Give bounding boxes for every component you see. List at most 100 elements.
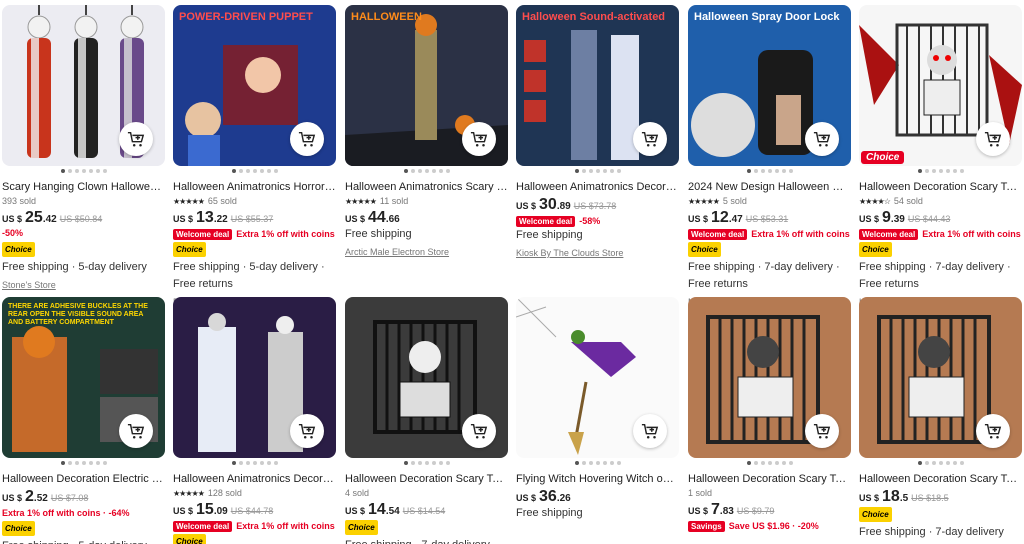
product-image[interactable] — [173, 297, 336, 458]
product-image[interactable] — [859, 297, 1022, 458]
price-whole: 36 — [539, 488, 557, 505]
promo-text: Extra 1% off with coins — [922, 229, 1021, 239]
image-carousel-dots[interactable] — [345, 461, 508, 471]
price: US $13.22 US $55.37 — [173, 209, 336, 226]
image-carousel-dots[interactable] — [173, 461, 336, 471]
product-card[interactable]: Flying Witch Hovering Witch on Bro... US … — [516, 297, 679, 520]
product-card[interactable]: Halloween Sound-activated Halloween Anim… — [516, 5, 679, 258]
currency: US $ — [688, 506, 709, 516]
image-carousel-dots[interactable] — [688, 461, 851, 471]
store-link[interactable]: Kiosk By The Clouds Store — [516, 248, 679, 258]
price-whole: 14 — [368, 501, 386, 518]
add-to-cart-button[interactable] — [290, 414, 324, 448]
product-title[interactable]: Halloween Decoration Scary Talking... — [859, 472, 1022, 486]
choice-badge: Choice — [688, 242, 721, 257]
product-card[interactable]: Scary Hanging Clown Halloween Par... 393 … — [2, 5, 165, 290]
product-card[interactable]: THERE ARE ADHESIVE BUCKLES AT THE REAR O… — [2, 297, 165, 544]
price: US $25.42 US $50.84 — [2, 209, 165, 226]
currency: US $ — [516, 201, 537, 211]
product-image[interactable]: Halloween Sound-activated — [516, 5, 679, 166]
price-whole: 2 — [25, 488, 34, 505]
product-title[interactable]: Halloween Decoration Scary Talking... — [345, 472, 508, 486]
product-card[interactable]: Halloween Decoration Scary Talking... 1 s… — [688, 297, 851, 532]
image-carousel-dots[interactable] — [859, 169, 1022, 179]
promo-text: Extra 1% off with coins · -64% — [2, 508, 130, 518]
product-image[interactable] — [345, 297, 508, 458]
add-to-cart-button[interactable] — [805, 122, 839, 156]
product-title[interactable]: Flying Witch Hovering Witch on Bro... — [516, 472, 679, 486]
image-carousel-dots[interactable] — [345, 169, 508, 179]
product-title[interactable]: Halloween Animatronics Scary Hang... — [345, 180, 508, 194]
add-to-cart-icon — [298, 131, 316, 147]
product-card[interactable]: Halloween Decoration Scary Talking... US … — [859, 297, 1022, 539]
add-to-cart-button[interactable] — [290, 122, 324, 156]
shipping-text: Free shipping · 5-day delivery — [2, 540, 147, 544]
add-to-cart-button[interactable] — [633, 122, 667, 156]
product-image[interactable] — [688, 297, 851, 458]
original-price: US $14.54 — [402, 506, 446, 516]
shipping-text: Free shipping — [516, 229, 583, 241]
image-carousel-dots[interactable] — [516, 169, 679, 179]
product-title[interactable]: Halloween Decoration Electric Shak... — [2, 472, 165, 486]
product-title[interactable]: 2024 New Design Halloween Glowin... — [688, 180, 851, 194]
product-card[interactable]: Halloween Animatronics Decoration...★★★★… — [173, 297, 336, 544]
price-whole: 15 — [196, 501, 214, 518]
product-image[interactable]: Halloween Spray Door Lock — [688, 5, 851, 166]
image-caption: HALLOWEEN — [351, 11, 422, 23]
product-card[interactable]: HALLOWEEN Halloween Animatronics Scary H… — [345, 5, 508, 257]
image-carousel-dots[interactable] — [2, 461, 165, 471]
price-whole: 9 — [882, 209, 891, 226]
image-carousel-dots[interactable] — [688, 169, 851, 179]
product-title[interactable]: Halloween Animatronics Decoration... — [516, 180, 679, 194]
price-decimal: .52 — [33, 493, 48, 504]
product-title[interactable]: Halloween Decoration Scary Talking... — [688, 472, 851, 486]
image-carousel-dots[interactable] — [516, 461, 679, 471]
image-carousel-dots[interactable] — [859, 461, 1022, 471]
add-to-cart-button[interactable] — [462, 122, 496, 156]
add-to-cart-button[interactable] — [119, 122, 153, 156]
add-to-cart-button[interactable] — [805, 414, 839, 448]
currency: US $ — [516, 493, 537, 503]
product-image[interactable] — [2, 5, 165, 166]
add-to-cart-button[interactable] — [976, 122, 1010, 156]
image-carousel-dots[interactable] — [173, 169, 336, 179]
store-link[interactable]: Arctic Male Electron Store — [345, 247, 508, 257]
price-decimal: .26 — [556, 493, 571, 504]
product-image[interactable] — [516, 297, 679, 458]
image-carousel-dots[interactable] — [2, 169, 165, 179]
promo-row: Savings Save US $1.96 · -20% — [688, 520, 851, 532]
store-link[interactable]: Stone's Store — [2, 280, 165, 290]
add-to-cart-button[interactable] — [633, 414, 667, 448]
choice-badge: Choice — [861, 151, 905, 164]
product-image[interactable]: Choice — [859, 5, 1022, 166]
product-image[interactable]: THERE ARE ADHESIVE BUCKLES AT THE REAR O… — [2, 297, 165, 458]
product-card[interactable]: Halloween Spray Door Lock 2024 New Desig… — [688, 5, 851, 307]
original-price: US $44.43 — [907, 214, 951, 224]
product-title[interactable]: Halloween Animatronics Decoration... — [173, 472, 336, 486]
product-title[interactable]: Halloween Decoration Scary Talking... — [859, 180, 1022, 194]
promo-badge: Welcome deal — [173, 228, 233, 240]
promo-row: Welcome deal Extra 1% off with coins — [173, 520, 336, 532]
shipping-info: Choice Free shipping · 7-day delivery — [859, 507, 1022, 539]
sold-count: 4 sold — [345, 488, 370, 498]
add-to-cart-button[interactable] — [119, 414, 153, 448]
promo-text: Extra 1% off with coins — [751, 229, 850, 239]
product-card[interactable]: Halloween Decoration Scary Talking... 4 s… — [345, 297, 508, 544]
original-price: US $18.5 — [911, 493, 949, 503]
add-to-cart-button[interactable] — [462, 414, 496, 448]
price: US $9.39 US $44.43 — [859, 209, 1022, 226]
shipping-info: Choice Free shipping · 7-day delivery · Fr… — [688, 242, 851, 291]
product-image[interactable]: POWER-DRIVEN PUPPET — [173, 5, 336, 166]
product-image[interactable]: HALLOWEEN — [345, 5, 508, 166]
sold-count: 65 sold — [207, 196, 237, 206]
shipping-text: Free shipping · 7-day delivery · — [345, 539, 497, 544]
product-card[interactable]: Choice Halloween Decoration Scary Talkin… — [859, 5, 1022, 307]
price: US $12.47 US $53.31 — [688, 209, 851, 226]
shipping-info: Choice Free shipping · 5-day delivery — [2, 242, 165, 274]
product-title[interactable]: Scary Hanging Clown Halloween Par... — [2, 180, 165, 194]
product-card[interactable]: POWER-DRIVEN PUPPET Halloween Animatroni… — [173, 5, 336, 307]
currency: US $ — [688, 214, 709, 224]
product-title[interactable]: Halloween Animatronics Horror Ske... — [173, 180, 336, 194]
promo-text: Extra 1% off with coins — [236, 229, 335, 239]
add-to-cart-button[interactable] — [976, 414, 1010, 448]
